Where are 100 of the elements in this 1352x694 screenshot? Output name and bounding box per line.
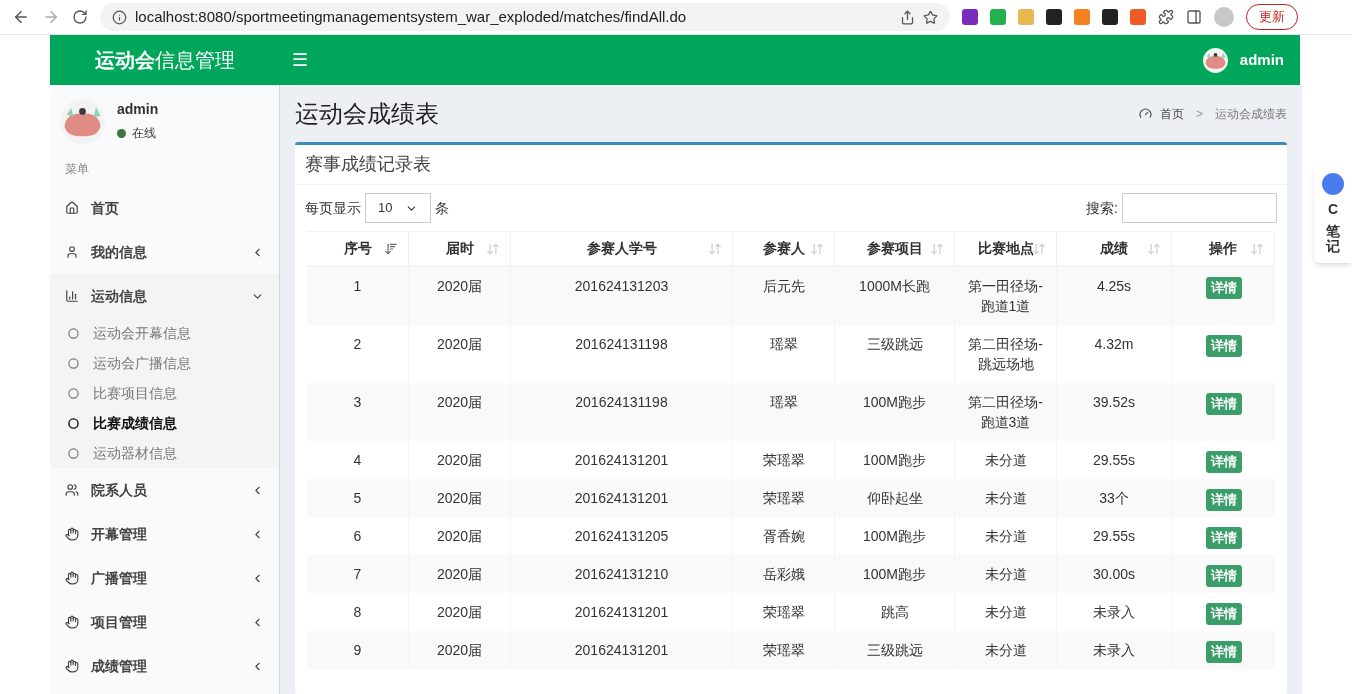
table-cell-text: 仰卧起坐 [866,489,923,508]
brand-title: 运动会信息管理 [95,48,235,73]
table-cell-text: 201624131205 [574,527,669,546]
extension-icon[interactable] [1046,9,1062,25]
nav-item[interactable]: 我的信息 [50,230,279,274]
side-panel-icon[interactable] [1186,9,1202,25]
table-cell-text: 第二田径场-跑道3道 [967,393,1044,432]
nav-item[interactable]: 广播管理 [50,556,279,600]
table-cell-text: 201624131201 [574,489,669,508]
hand-icon [65,659,79,673]
note-icon [1322,173,1344,195]
column-header[interactable]: 届时 [409,232,511,265]
table-cell-text: 29.55s [1092,527,1135,546]
table-cell-text: 201624131201 [574,451,669,470]
table-cell-text: 未录入 [1093,603,1135,622]
table-cell-text: 201624131198 [575,335,668,354]
sort-icon [486,241,500,256]
table-cell-text: 201624131201 [574,603,669,622]
table-cell-text: 5 [353,489,362,508]
page-title: 运动会成绩表 [295,98,439,129]
table-cell-text: 201624131210 [574,565,669,584]
column-header[interactable]: 参赛项目 [835,232,955,265]
widget-text: 笔记 [1326,224,1340,255]
table-cell-text: 未分道 [984,565,1027,584]
nav-item[interactable]: 运动信息 [50,274,279,318]
page-size-unit: 条 [435,198,449,218]
column-header[interactable]: 参赛人学号 [511,232,733,265]
column-header[interactable]: 成绩 [1057,232,1172,265]
table-cell-text: 岳彩娥 [762,565,805,584]
table-cell-text: 三级跳远 [866,335,923,354]
dashboard-icon [1139,107,1152,120]
table-cell-text: 第一田径场-跑道1道 [967,277,1044,316]
sort-icon [1250,241,1264,256]
extension-icon[interactable] [1102,9,1118,25]
page-size-select[interactable]: 10 [365,193,431,223]
nav-subitem[interactable]: 运动会开幕信息 [50,318,279,348]
back-icon[interactable] [12,8,30,26]
table-cell-text: 100M跑步 [863,393,926,412]
info-icon[interactable] [112,9,127,25]
home-icon [65,201,79,215]
table-cell-text: 荣瑶翠 [762,489,805,508]
reload-icon[interactable] [72,9,88,25]
table-cell-text: 1000M长跑 [859,277,930,296]
circle-icon [68,387,79,399]
sort-active-icon [384,241,398,256]
table-cell-text: 29.55s [1092,451,1135,470]
nav-subitem[interactable]: 运动器材信息 [50,438,279,468]
forward-icon[interactable] [42,8,60,26]
extension-icon[interactable] [962,9,978,25]
column-header[interactable]: 序号 [307,232,409,265]
share-icon[interactable] [900,9,915,25]
table-cell-text: 三级跳远 [866,641,923,660]
table-cell-text: 未分道 [984,489,1027,508]
nav-item[interactable]: 项目管理 [50,600,279,644]
card-title: 赛事成绩记录表 [305,153,431,176]
nav-item[interactable]: 开幕管理 [50,512,279,556]
table-cell-text: 未分道 [984,641,1027,660]
breadcrumb-item[interactable]: 首页 [1160,104,1184,123]
table-cell-text: 2 [353,335,362,354]
url-text: localhost:8080/sportmeetingmanagementsystem_war_exploded/matches/findAll.do [135,6,688,27]
table-cell-text: 7 [353,565,362,584]
table-cell-text: 1 [353,277,362,296]
user-icon [65,245,79,259]
table-cell-text: 2020届 [436,641,483,660]
column-header[interactable]: 比赛地点 [955,232,1057,265]
nav-subitem[interactable]: 比赛成绩信息 [50,408,279,438]
address-bar[interactable]: localhost:8080/sportmeetingmanagementsystem_war_exploded/matches/findAll.do [100,3,950,31]
side-widget[interactable]: C 笔记 [1314,165,1352,263]
column-header[interactable]: 操作 [1172,232,1275,265]
sidebar-username: admin [117,100,159,119]
table-cell-text: 100M跑步 [863,451,926,470]
table-cell-text: 瑶翠 [769,335,798,354]
table-cell-text: 荣瑶翠 [762,641,805,660]
search-field[interactable] [1122,193,1277,223]
hand-icon [65,527,79,541]
table-cell-text: 瑶翠 [769,393,798,412]
table-cell-text: 9 [353,641,362,660]
table-cell-text: 2020届 [436,451,483,470]
table-cell-text: 2020届 [436,393,483,412]
sort-icon [1032,241,1046,256]
table-cell-text: 荣瑶翠 [762,603,805,622]
table-cell-text: 2020届 [436,527,483,546]
nav-subitem[interactable]: 比赛项目信息 [50,378,279,408]
menu-header: 菜单 [64,161,90,178]
status-text: 在线 [132,125,156,142]
nav-item[interactable]: 成绩管理 [50,644,279,688]
table-cell-text: 2020届 [436,489,483,508]
column-header[interactable]: 参赛人 [733,232,835,265]
table-cell-text: 201624131201 [574,641,669,660]
nav-item[interactable]: 院系人员 [50,468,279,512]
nav-subitem[interactable]: 运动会广播信息 [50,348,279,378]
bookmark-icon[interactable] [923,9,938,25]
extensions-icon[interactable] [1158,9,1174,25]
table-cell-text: 4 [353,451,362,470]
sort-icon [810,241,824,256]
table-cell-text: 4.32m [1094,335,1134,354]
circle-icon [68,447,79,459]
circle-icon [68,417,79,429]
table-cell-text: 2020届 [436,603,483,622]
nav-item[interactable]: 首页 [50,186,279,230]
